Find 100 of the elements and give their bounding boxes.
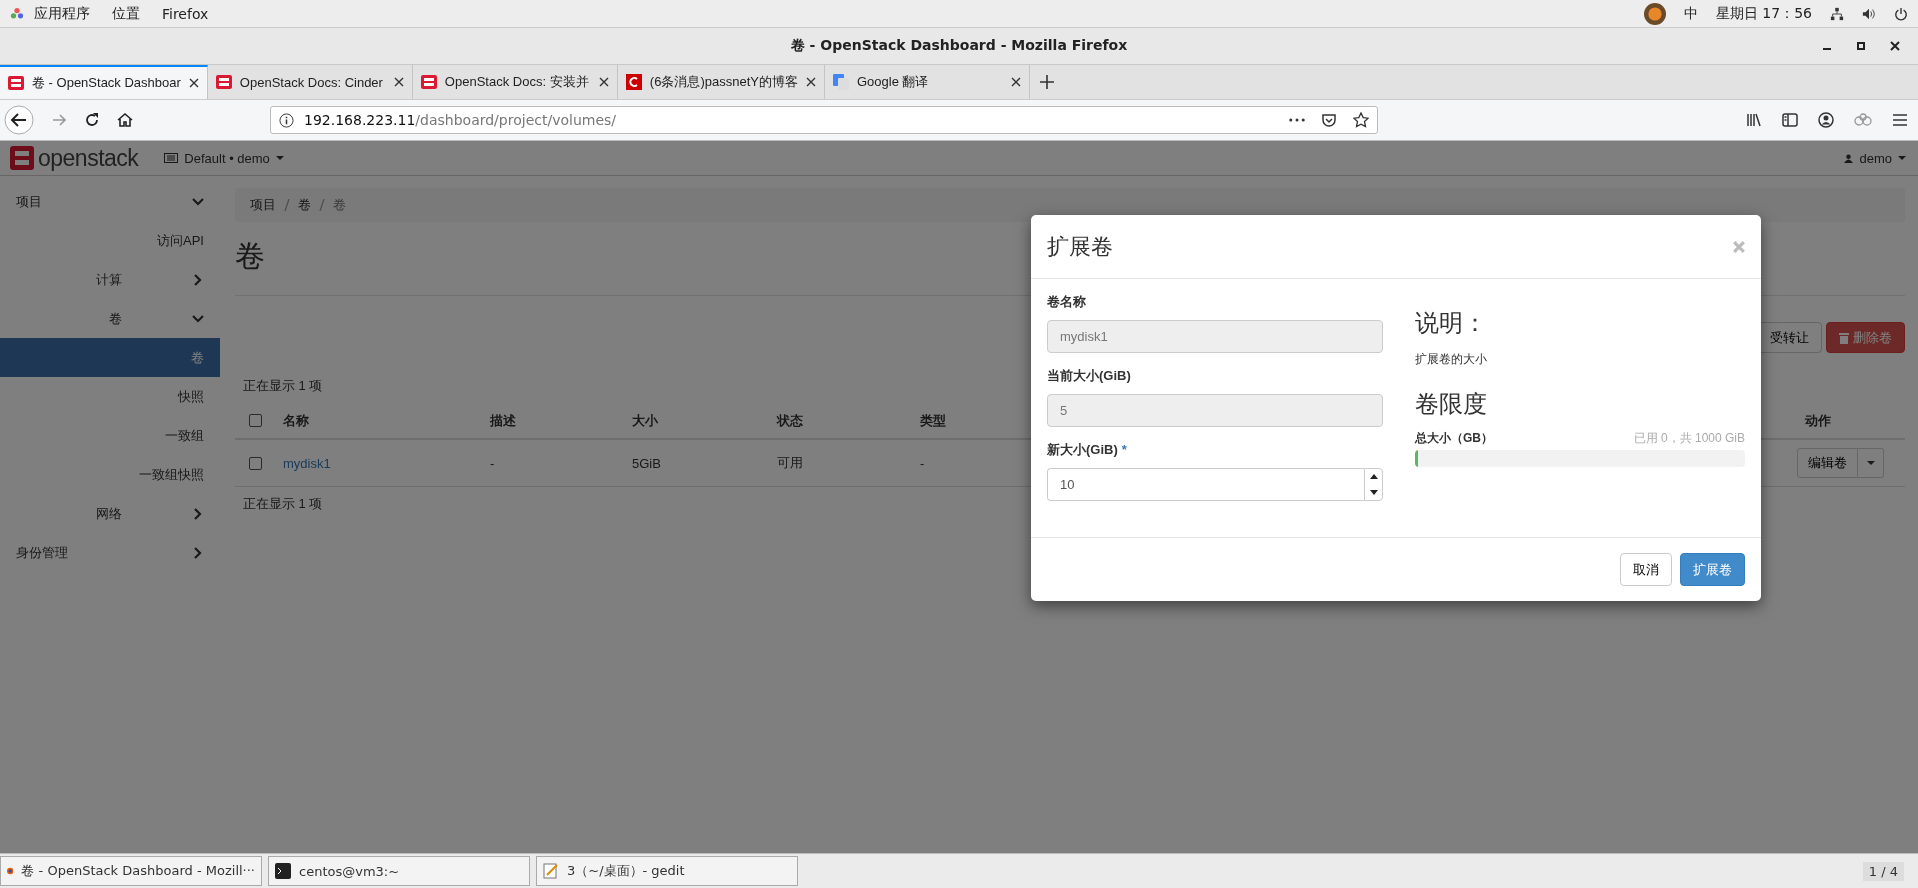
help-title: 说明： [1415,308,1488,338]
brand-name[interactable]: openstack [38,144,139,172]
star-icon[interactable] [1353,112,1369,128]
taskbar-item[interactable]: 卷 - OpenStack Dashboard - Mozill··· [0,856,262,886]
table-cell-text: - [919,455,926,471]
field-label: 卷名称 [1047,294,1086,309]
forward-icon[interactable] [51,112,67,128]
breadcrumb-item[interactable]: 项目 [250,196,276,214]
table-cell-text: 可用 [776,454,804,472]
taskbar-item[interactable]: 3（~/桌面）- gedit [536,856,798,886]
browser-tab[interactable]: 卷 - OpenStack Dashboar [0,65,208,99]
extension-icon[interactable] [1854,113,1872,127]
dialog-button[interactable]: 取消 [1620,553,1672,586]
sidebar-item[interactable]: 计算 [0,260,220,299]
openstack-logo-icon[interactable] [10,146,34,170]
spin-up-icon[interactable] [1369,474,1378,480]
number-field[interactable]: 10 [1047,468,1364,501]
account-icon[interactable] [1818,112,1834,128]
limits-title: 卷限度 [1415,389,1488,419]
user-icon [1844,153,1854,163]
close-tab-icon[interactable] [188,78,199,88]
power-icon[interactable] [1894,6,1908,21]
toolbar-button[interactable]: 删除卷 [1826,322,1905,353]
browser-tab[interactable]: (6条消息)passnetY的博客 [617,65,825,99]
trash-icon [1839,331,1849,344]
sidebar-item[interactable]: 快照 [0,377,220,416]
table-cell-text: - [489,455,496,471]
column-header: 动作 [1804,411,1832,430]
sidebar-icon[interactable] [1782,112,1798,128]
help-text: 扩展卷的大小 [1415,351,1488,368]
volume-link[interactable]: mydisk1 [275,455,482,471]
item-count: 正在显示 1 项 [242,495,324,513]
spin-down-icon[interactable] [1369,489,1378,495]
workspace-indicator[interactable]: 1 / 4 [1862,861,1904,881]
chevron-icon [192,195,204,208]
checkbox[interactable] [249,414,262,427]
column-header: 名称 [282,411,310,430]
top-menu[interactable]: 位置 [112,4,140,23]
openstack-logo-icon [8,75,24,91]
browser-tab[interactable]: OpenStack Docs: 安装并 [412,65,618,99]
item-count: 正在显示 1 项 [242,377,324,395]
separator-icon [284,199,290,211]
separator-icon [319,199,325,211]
chevron-icon [192,546,204,559]
address-bar[interactable]: 192.168.223.11/dashboard/project/volumes/ [270,106,1378,134]
quota-label: 总大小（GB） [1415,430,1493,447]
sidebar-item[interactable]: 卷 [0,299,220,338]
openstack-logo-icon [420,74,437,90]
project-dropdown[interactable]: Default • demo [164,150,284,166]
network-icon[interactable] [1830,6,1844,21]
top-menu[interactable]: 应用程序 [34,4,90,23]
browser-tab[interactable]: OpenStack Docs: Cinder [207,65,413,99]
user-avatar-icon[interactable] [1643,2,1666,25]
breadcrumb-item[interactable]: 卷 [298,196,311,214]
close-tab-icon[interactable] [598,77,609,87]
maximize-button[interactable] [1856,41,1866,51]
column-header: 类型 [919,411,947,430]
sidebar-item[interactable]: 访问API [0,221,220,260]
quota-reading: 已用 0，共 1000 GiB [1633,430,1745,447]
more-icon[interactable] [1289,118,1305,122]
close-tab-icon[interactable] [805,77,816,87]
sidebar-item[interactable]: 项目 [0,182,220,221]
top-menu[interactable]: Firefox [162,5,209,22]
required-mark: * [1121,442,1127,457]
close-tab-icon[interactable] [393,77,404,87]
clock[interactable]: 星期日 17：56 [1715,4,1812,23]
c-logo-icon [625,74,642,90]
input-method[interactable]: 中 [1683,4,1698,23]
browser-tab[interactable]: Google 翻译 [824,65,1030,99]
column-header: 描述 [489,411,517,430]
checkbox[interactable] [249,456,262,470]
chevron-icon [192,507,204,520]
menu-icon[interactable] [1892,112,1908,128]
text-editor-icon [543,863,559,879]
sidebar-item[interactable]: 身份管理 [0,533,220,572]
apps-icon[interactable] [10,6,24,21]
close-icon[interactable] [1890,41,1900,51]
column-header: 状态 [775,411,804,430]
edit-volume-button[interactable]: 编辑卷 [1797,448,1858,478]
spin-buttons[interactable] [1364,468,1383,501]
new-tab-icon[interactable] [1039,75,1054,89]
sidebar-item[interactable]: 网络 [0,494,220,533]
library-icon[interactable] [1746,112,1762,128]
breadcrumb-item: 卷 [333,196,346,214]
field-label: 当前大小(GiB) [1047,368,1131,383]
sidebar-item[interactable]: 卷 [0,338,220,377]
table-cell-text: 5GiB [631,455,662,471]
openstack-logo-icon [215,74,232,90]
pocket-icon[interactable] [1321,112,1337,128]
info-icon[interactable] [279,112,294,128]
close-tab-icon[interactable] [1010,77,1021,87]
taskbar-item[interactable]: centos@vm3:~ [268,856,530,886]
user-dropdown[interactable]: demo [1844,150,1906,166]
window-title: 卷 - OpenStack Dashboard - Mozilla Firefox [790,37,1128,55]
volume-icon[interactable] [1862,6,1876,21]
list-icon [164,153,179,163]
home-icon[interactable] [117,112,133,128]
dialog-button[interactable]: 扩展卷 [1680,553,1745,586]
reload-icon[interactable] [84,112,100,128]
back-button[interactable] [4,105,34,135]
